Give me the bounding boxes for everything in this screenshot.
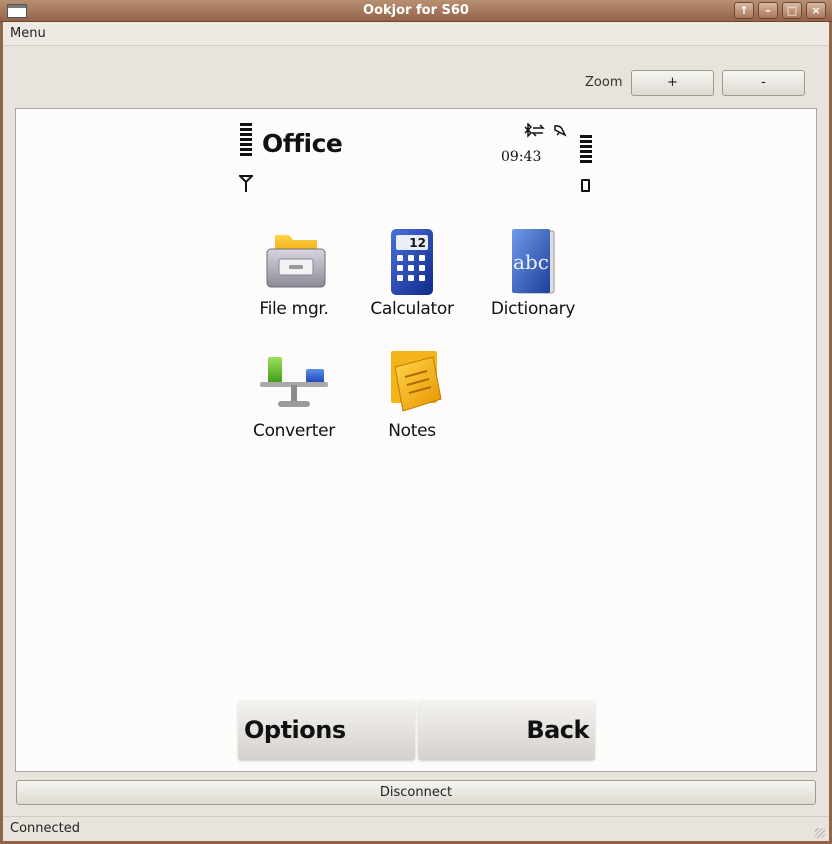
phone-screen[interactable]: Office 09:43 File mgr. 12 Calculator abc… xyxy=(15,108,817,772)
calculator-icon: 12 xyxy=(391,229,433,295)
minimize-button[interactable]: – xyxy=(758,2,778,19)
clock: 09:43 xyxy=(501,149,542,165)
bluetooth-icon xyxy=(524,122,533,138)
zoom-in-button[interactable]: + xyxy=(631,70,714,96)
status-icons xyxy=(523,122,577,143)
shade-button[interactable]: ↑ xyxy=(734,2,754,19)
dictionary-icon: abc xyxy=(512,229,555,294)
svg-text:abc: abc xyxy=(513,250,549,274)
converter-icon xyxy=(260,357,328,407)
app-label: Notes xyxy=(388,421,436,441)
title-bar[interactable]: Ookjor for S60 ↑ – □ × xyxy=(0,0,832,22)
app-converter[interactable]: Converter xyxy=(235,349,353,441)
signal-strength-icon xyxy=(240,123,252,156)
back-softkey[interactable]: Back xyxy=(418,700,595,760)
app-label: Converter xyxy=(253,421,335,441)
data-transfer-icon xyxy=(531,124,545,137)
notes-icon xyxy=(391,351,442,412)
app-calculator[interactable]: 12 Calculator xyxy=(353,227,471,319)
status-bar: Connected xyxy=(3,816,829,841)
options-softkey[interactable]: Options xyxy=(238,700,415,760)
menu-bar: Menu xyxy=(3,22,829,46)
app-file-manager[interactable]: File mgr. xyxy=(235,227,353,319)
zoom-out-button[interactable]: - xyxy=(722,70,805,96)
app-label: File mgr. xyxy=(259,299,329,319)
disconnect-button[interactable]: Disconnect xyxy=(16,780,816,805)
svg-text:12: 12 xyxy=(409,236,426,250)
zoom-label: Zoom xyxy=(585,75,623,90)
window-title: Ookjor for S60 xyxy=(363,3,469,18)
app-dictionary[interactable]: abc Dictionary xyxy=(474,227,592,319)
app-label: Calculator xyxy=(370,299,454,319)
battery-icon xyxy=(581,179,590,192)
phone-title: Office xyxy=(262,129,343,158)
alarm-icon xyxy=(554,125,567,137)
connection-status: Connected xyxy=(10,821,81,836)
antenna-icon xyxy=(237,175,255,197)
resize-grip-icon[interactable] xyxy=(815,828,825,838)
close-button[interactable]: × xyxy=(806,2,826,19)
maximize-button[interactable]: □ xyxy=(782,2,802,19)
battery-level-icon xyxy=(580,135,592,163)
app-label: Dictionary xyxy=(490,299,576,319)
menu-item-menu[interactable]: Menu xyxy=(10,26,46,41)
file-manager-icon xyxy=(266,235,326,288)
app-notes[interactable]: Notes xyxy=(353,349,471,441)
